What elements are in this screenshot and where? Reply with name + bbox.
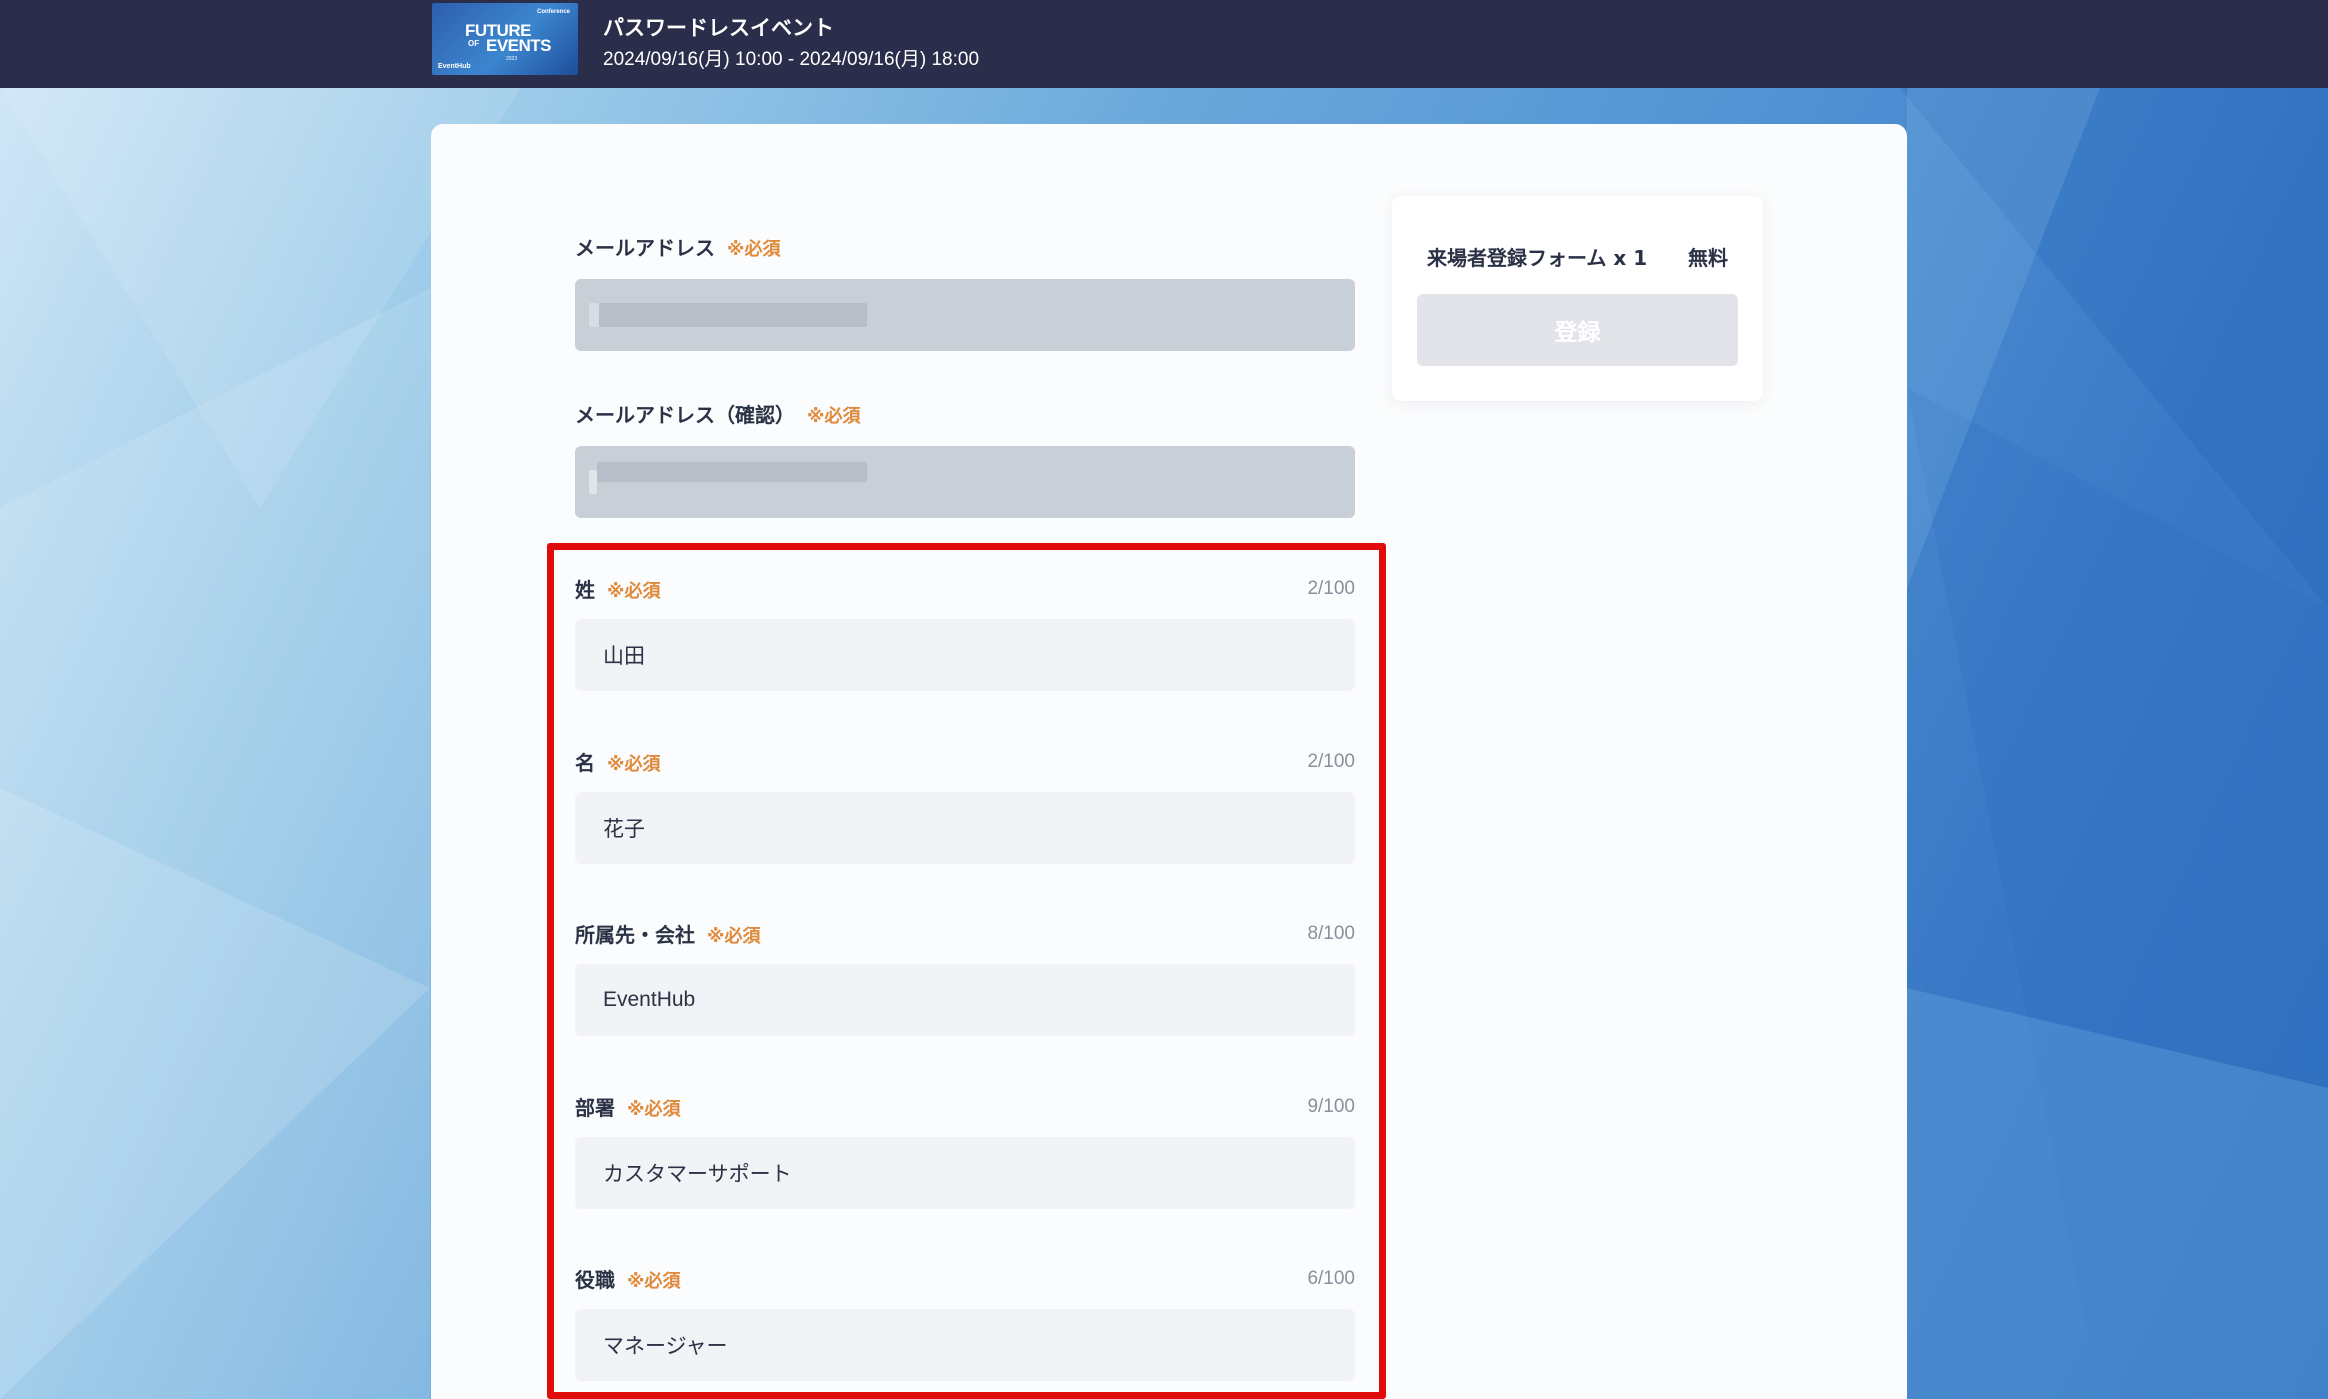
logo-year-text: 2023 bbox=[506, 56, 518, 62]
job-title-input[interactable]: マネージャー bbox=[575, 1309, 1355, 1381]
first-name-label-text: 名 bbox=[575, 751, 595, 775]
job-title-value: マネージャー bbox=[603, 1335, 728, 1358]
email-confirm-label-text: メールアドレス（確認） bbox=[575, 403, 795, 427]
ticket-summary: 来場者登録フォーム x 1 bbox=[1427, 246, 1648, 270]
required-mark: ※必須 bbox=[607, 754, 661, 775]
masked-value bbox=[597, 462, 867, 482]
masked-value bbox=[599, 303, 867, 327]
job-title-label-text: 役職 bbox=[575, 1268, 615, 1292]
ticket-price: 無料 bbox=[1688, 246, 1728, 270]
department-label-text: 部署 bbox=[575, 1096, 615, 1120]
first-name-label: 名 ※必須 bbox=[575, 747, 661, 776]
order-summary-panel: 来場者登録フォーム x 1 無料 登録 bbox=[1392, 196, 1763, 401]
first-name-value: 花子 bbox=[603, 818, 645, 841]
job-title-label: 役職 ※必須 bbox=[575, 1264, 681, 1293]
last-name-input[interactable]: 山田 bbox=[575, 619, 1355, 691]
email-label: メールアドレス ※必須 bbox=[575, 232, 781, 261]
event-logo: Conference FUTURE OF EVENTS 2023 EventHu… bbox=[432, 3, 578, 75]
email-confirm-input[interactable] bbox=[575, 446, 1355, 518]
event-header: Conference FUTURE OF EVENTS 2023 EventHu… bbox=[0, 0, 2328, 88]
email-input[interactable] bbox=[575, 279, 1355, 351]
required-mark: ※必須 bbox=[627, 1099, 681, 1120]
company-label-text: 所属先・会社 bbox=[575, 923, 695, 947]
email-label-text: メールアドレス bbox=[575, 236, 715, 260]
logo-of-text: OF bbox=[468, 39, 480, 48]
event-date: 2024/09/16(月) 10:00 - 2024/09/16(月) 18:0… bbox=[603, 49, 980, 70]
company-char-counter: 8/100 bbox=[1307, 923, 1355, 944]
last-name-label-text: 姓 bbox=[575, 578, 595, 602]
department-input[interactable]: カスタマーサポート bbox=[575, 1137, 1355, 1209]
logo-brand-text: EventHub bbox=[438, 63, 471, 70]
event-title: パスワードレスイベント bbox=[603, 16, 834, 40]
last-name-value: 山田 bbox=[603, 645, 645, 668]
required-mark: ※必須 bbox=[807, 406, 861, 427]
required-mark: ※必須 bbox=[707, 926, 761, 947]
logo-events-text: EVENTS bbox=[486, 36, 552, 55]
required-mark: ※必須 bbox=[627, 1271, 681, 1292]
required-mark: ※必須 bbox=[727, 239, 781, 260]
last-name-char-counter: 2/100 bbox=[1307, 578, 1355, 599]
department-char-counter: 9/100 bbox=[1307, 1096, 1355, 1117]
masked-value bbox=[589, 470, 597, 494]
logo-conference-text: Conference bbox=[536, 9, 570, 15]
department-label: 部署 ※必須 bbox=[575, 1092, 681, 1121]
first-name-input[interactable]: 花子 bbox=[575, 792, 1355, 864]
masked-value bbox=[589, 303, 599, 327]
first-name-char-counter: 2/100 bbox=[1307, 751, 1355, 772]
company-value: EventHub bbox=[603, 988, 696, 1011]
company-input[interactable]: EventHub bbox=[575, 964, 1355, 1036]
department-value: カスタマーサポート bbox=[603, 1163, 792, 1186]
required-mark: ※必須 bbox=[607, 581, 661, 602]
job-title-char-counter: 6/100 bbox=[1307, 1268, 1355, 1289]
register-button[interactable]: 登録 bbox=[1417, 294, 1738, 366]
last-name-label: 姓 ※必須 bbox=[575, 574, 661, 603]
company-label: 所属先・会社 ※必須 bbox=[575, 919, 761, 948]
email-confirm-label: メールアドレス（確認） ※必須 bbox=[575, 399, 861, 428]
